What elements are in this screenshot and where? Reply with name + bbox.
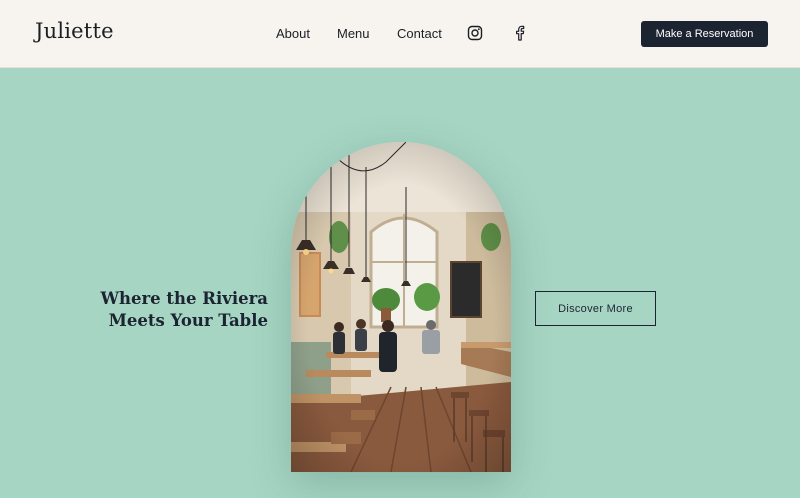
hero-title-line-2: Meets Your Table <box>108 311 268 330</box>
site-header: Juliette About Menu Contact Make a Reser… <box>0 0 800 68</box>
instagram-icon[interactable] <box>467 25 483 41</box>
nav-link-contact[interactable]: Contact <box>397 26 442 41</box>
hero-title: Where the Riviera Meets Your Table <box>100 288 268 332</box>
make-reservation-button[interactable]: Make a Reservation <box>641 21 768 47</box>
brand-logo[interactable]: Juliette <box>35 19 114 43</box>
facebook-icon[interactable] <box>512 25 528 41</box>
restaurant-interior-image <box>291 142 511 472</box>
hero-title-line-1: Where the Riviera <box>100 289 268 308</box>
discover-more-button[interactable]: Discover More <box>535 291 656 326</box>
nav-link-about[interactable]: About <box>276 26 310 41</box>
nav-link-menu[interactable]: Menu <box>337 26 370 41</box>
